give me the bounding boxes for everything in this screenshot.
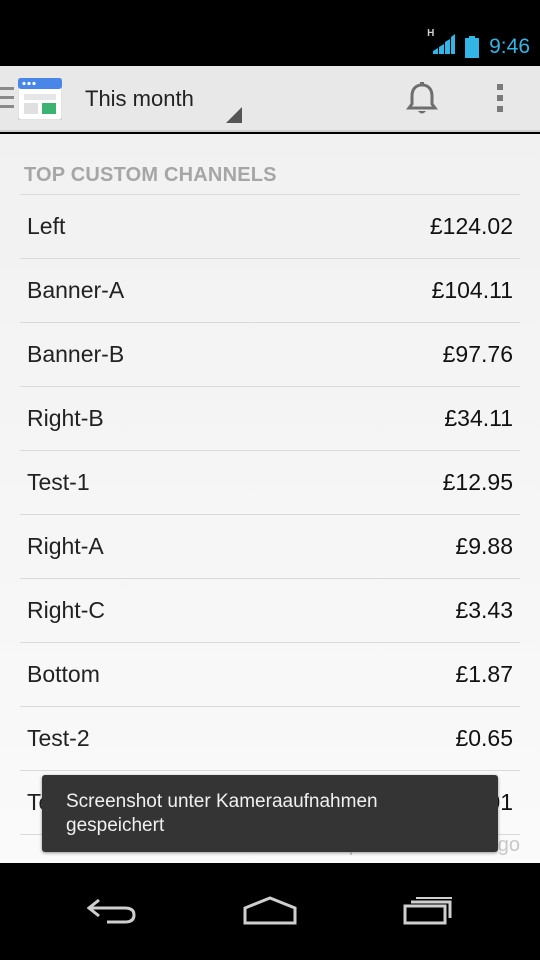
adsense-app-icon[interactable] [18, 78, 62, 120]
recent-apps-button[interactable] [373, 881, 483, 941]
channel-name: Right-C [27, 597, 105, 623]
status-icons: H 9:46 [427, 28, 530, 59]
network-type: H [427, 28, 435, 39]
channel-row[interactable]: Left £124.02 [20, 195, 520, 259]
report-content: TOP CUSTOM CHANNELS Left £124.02 Banner-A £… [0, 134, 540, 863]
channel-row[interactable]: Right-C £3.43 [20, 579, 520, 643]
channel-name: Test-2 [27, 725, 90, 751]
channel-name: Left [27, 213, 66, 239]
period-selected: This month [85, 86, 194, 111]
channel-name: Test-1 [27, 469, 90, 495]
channel-earnings: £97.76 [442, 341, 513, 367]
channel-name: Banner-B [27, 341, 125, 367]
period-dropdown[interactable]: This month [85, 66, 245, 132]
channel-row[interactable]: Banner-A £104.11 [20, 259, 520, 323]
channel-earnings: £104.11 [431, 277, 513, 303]
channel-row[interactable]: Right-B £34.11 [20, 387, 520, 451]
status-bar: H 9:46 [0, 0, 540, 66]
action-bar: This month [0, 66, 540, 132]
battery-icon [465, 35, 480, 58]
channel-row[interactable]: Bottom £1.87 [20, 643, 520, 707]
overflow-menu-icon[interactable] [494, 84, 506, 117]
channel-list: Left £124.02 Banner-A £104.11 Banner-B £97.76… [20, 194, 520, 835]
channel-name: Right-A [27, 533, 104, 559]
channel-row[interactable]: Right-A £9.88 [20, 515, 520, 579]
channel-name: Banner-A [27, 277, 125, 303]
channel-earnings: £34.11 [444, 405, 513, 431]
home-icon [243, 896, 297, 925]
signal-icon: H [427, 28, 456, 59]
drawer-indicator-icon[interactable] [0, 87, 14, 114]
channel-earnings: £12.95 [442, 469, 513, 495]
channel-earnings: £0.65 [455, 725, 513, 751]
dropdown-corner-icon [226, 107, 242, 123]
clock: 9:46 [489, 34, 530, 58]
channel-earnings: £1.87 [455, 661, 513, 687]
home-button[interactable] [215, 881, 325, 941]
channel-name: Bottom [27, 661, 100, 687]
recent-apps-icon [403, 897, 452, 925]
channel-earnings: £9.88 [455, 533, 513, 559]
channel-row[interactable]: Test-1 £12.95 [20, 451, 520, 515]
navigation-bar [0, 863, 540, 960]
toast-message: Screenshot unter Kameraaufnahmen gespeic… [42, 775, 498, 852]
back-icon [87, 898, 136, 924]
back-button[interactable] [57, 881, 167, 941]
channel-earnings: £3.43 [455, 597, 513, 623]
channel-row[interactable]: Banner-B £97.76 [20, 323, 520, 387]
bell-icon[interactable] [406, 82, 438, 116]
channel-name: Right-B [27, 405, 104, 431]
section-title: TOP CUSTOM CHANNELS [24, 164, 277, 186]
channel-row[interactable]: Test-2 £0.65 [20, 707, 520, 771]
channel-earnings: £124.02 [429, 213, 513, 239]
